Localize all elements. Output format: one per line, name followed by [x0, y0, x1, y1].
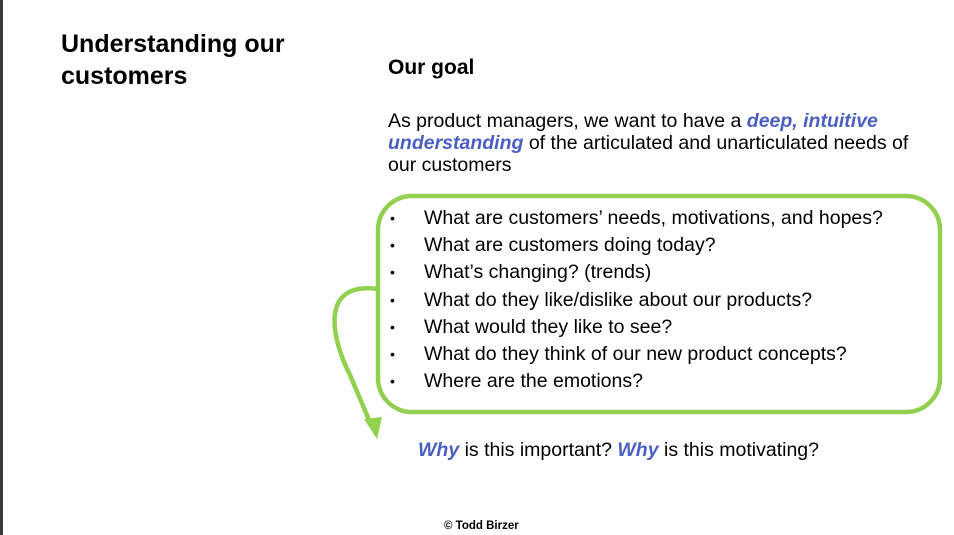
why-emphasis: Why [617, 439, 659, 461]
bullet-icon: • [390, 346, 395, 363]
list-item: • What’s changing? (trends) [388, 259, 883, 286]
question-text: What are customers’ needs, motivations, … [424, 207, 883, 229]
why-text-middle: is this important? [459, 439, 618, 461]
question-list: • What are customers’ needs, motivations,… [388, 205, 883, 395]
curved-arrow-line [332, 286, 381, 430]
list-item: • What do they like/dislike about our pro… [388, 287, 883, 314]
question-text: What do they think of our new product co… [424, 343, 847, 366]
left-edge-bar [0, 0, 3, 535]
slide-title: Understanding our customers [61, 30, 285, 90]
list-item: • What do they think of our new product c… [388, 341, 883, 368]
bullet-icon: • [390, 373, 395, 390]
bullet-icon: • [390, 237, 395, 254]
question-text: What’s changing? (trends) [424, 261, 652, 284]
goal-statement-start: As product managers, we want to have a [388, 110, 747, 132]
list-item: • What are customers’ needs, motivations,… [388, 205, 883, 232]
list-item: • What would they like to see? [388, 314, 883, 341]
why-text-end: is this motivating? [658, 439, 819, 461]
bullet-icon: • [390, 210, 395, 226]
copyright-footer: © Todd Birzer [444, 520, 519, 532]
goal-heading: Our goal [388, 56, 475, 79]
question-text: What are customers doing today? [424, 234, 716, 257]
bullet-icon: • [390, 291, 395, 308]
goal-statement: As product managers, we want to have a d… [388, 110, 928, 176]
bullet-icon: • [390, 264, 395, 281]
question-text: What do they like/dislike about our prod… [424, 288, 813, 311]
arrow-head-icon [364, 417, 382, 439]
question-text: What would they like to see? [424, 315, 673, 338]
list-item: • Where are the emotions? [388, 368, 883, 395]
why-question: Why is this important? Why is this motiv… [418, 436, 819, 464]
why-emphasis: Why [418, 439, 460, 461]
question-text: Where are the emotions? [424, 370, 643, 393]
list-item: • What are customers doing today? [388, 232, 883, 259]
bullet-icon: • [390, 318, 395, 335]
